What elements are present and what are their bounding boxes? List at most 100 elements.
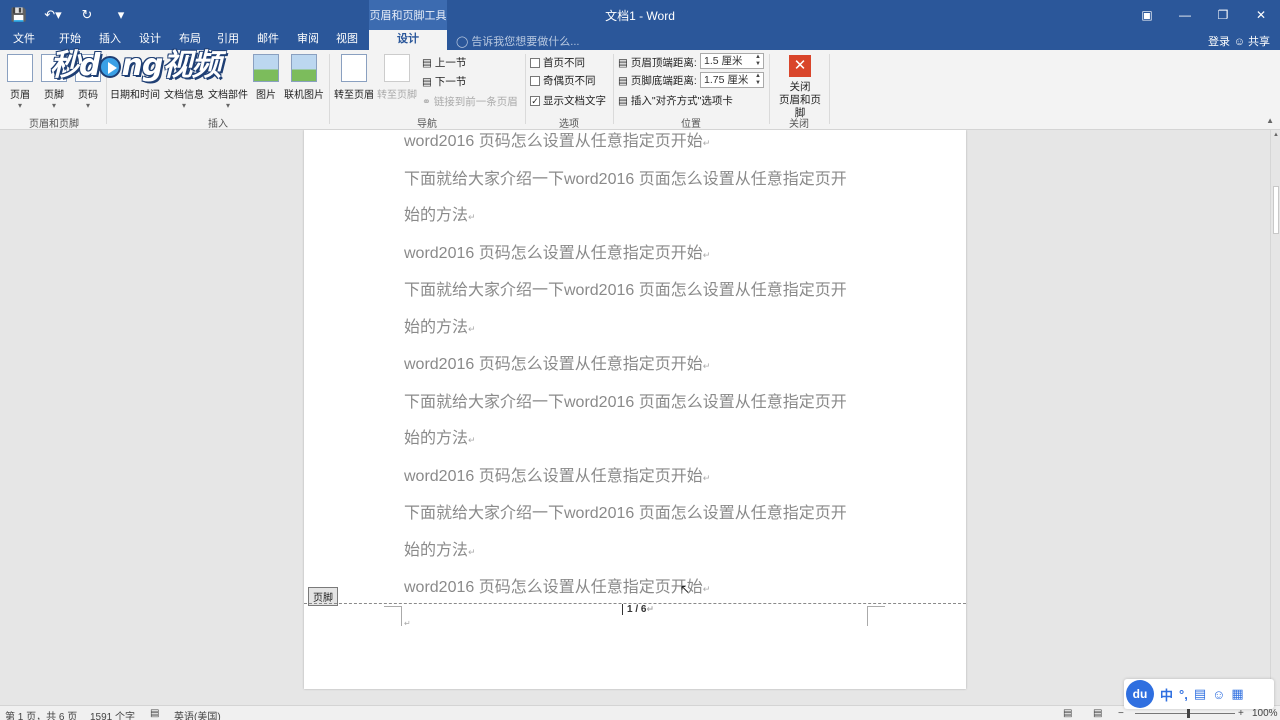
group-label-nav: 导航 bbox=[417, 119, 437, 130]
date-time-label: 日期和时间 bbox=[110, 90, 160, 101]
picture-button[interactable]: 图片 bbox=[252, 54, 280, 101]
document-paragraph[interactable]: 下面就给大家介绍一下word2016 页面怎么设置从任意指定页开 bbox=[404, 273, 884, 310]
prev-section-button[interactable]: ▤ 上一节 bbox=[422, 55, 466, 70]
insert-align-tab-label: 插入"对齐方式"选项卡 bbox=[630, 95, 733, 107]
doc-parts-button[interactable]: 文档部件 ▾ bbox=[206, 86, 250, 110]
link-previous-button[interactable]: ⚭ 链接到前一条页眉 bbox=[422, 94, 518, 109]
checkmark-icon: ✓ bbox=[530, 95, 540, 106]
document-paragraph[interactable]: word2016 页码怎么设置从任意指定页开始↵ bbox=[404, 236, 884, 274]
zoom-level[interactable]: 100% bbox=[1252, 708, 1278, 719]
redo-icon[interactable]: ↻ bbox=[76, 5, 98, 25]
goto-footer-icon bbox=[384, 54, 410, 82]
diff-first-page-checkbox[interactable]: 首页不同 bbox=[530, 55, 585, 70]
share-button[interactable]: ☺ 共享 bbox=[1234, 33, 1270, 49]
document-area: word2016 页码怎么设置从任意指定页开始↵ 下面就给大家介绍一下word20… bbox=[0, 130, 1270, 705]
ime-mode[interactable]: 中 bbox=[1160, 685, 1173, 704]
next-section-button[interactable]: ▤ 下一节 bbox=[422, 74, 466, 89]
close-window-icon[interactable]: ✕ bbox=[1242, 0, 1280, 30]
spin-arrows-icon[interactable]: ▲ ▼ bbox=[755, 54, 761, 68]
window-title: 文档1 - Word bbox=[605, 9, 675, 23]
document-paragraph[interactable]: word2016 页码怎么设置从任意指定页开始↵ bbox=[404, 459, 884, 497]
next-section-label: 下一节 bbox=[434, 76, 467, 88]
document-paragraph[interactable]: word2016 页码怎么设置从任意指定页开始↵ bbox=[404, 130, 884, 162]
link-icon: ⚭ bbox=[422, 95, 431, 108]
document-paragraph[interactable]: 下面就给大家介绍一下word2016 页面怎么设置从任意指定页开 bbox=[404, 385, 884, 422]
show-doc-text-checkbox[interactable]: ✓ 显示文档文字 bbox=[530, 93, 606, 108]
quick-access-toolbar: 💾 ↶▾ ↻ ▾ bbox=[8, 5, 132, 25]
doc-info-button[interactable]: 文档信息 ▾ bbox=[162, 86, 206, 110]
scroll-up-icon[interactable]: ▲ bbox=[1273, 132, 1279, 138]
group-divider bbox=[329, 54, 330, 124]
footer-from-bottom-input[interactable]: 1.75 厘米 ▲ ▼ bbox=[700, 72, 764, 88]
customize-qat-icon[interactable]: ▾ bbox=[110, 5, 132, 25]
goto-header-button[interactable]: 转至页眉 bbox=[333, 54, 375, 101]
paragraph-mark-icon: ↵ bbox=[468, 435, 476, 445]
status-word-count[interactable]: 1591 个字 bbox=[90, 708, 135, 720]
proofing-icon[interactable]: ▤ bbox=[150, 708, 159, 719]
ime-grid-icon[interactable]: ▦ bbox=[1231, 686, 1243, 702]
ime-punctuation[interactable]: °, bbox=[1179, 687, 1188, 702]
document-paragraph[interactable]: 下面就给大家介绍一下word2016 页面怎么设置从任意指定页开 bbox=[404, 496, 884, 533]
print-layout-icon[interactable]: ▤ bbox=[1093, 708, 1102, 719]
paragraph-text: word2016 页码怎么设置从任意指定页开始 bbox=[404, 467, 703, 485]
login-link[interactable]: 登录 bbox=[1208, 33, 1230, 49]
undo-icon[interactable]: ↶▾ bbox=[42, 5, 64, 25]
doc-info-label: 文档信息 bbox=[164, 90, 204, 101]
insert-align-tab-button[interactable]: ▤ 插入"对齐方式"选项卡 bbox=[618, 93, 733, 108]
document-paragraph[interactable]: word2016 页码怎么设置从任意指定页开始↵ bbox=[404, 570, 884, 608]
document-body[interactable]: word2016 页码怎么设置从任意指定页开始↵ 下面就给大家介绍一下word20… bbox=[404, 130, 884, 608]
document-page[interactable]: word2016 页码怎么设置从任意指定页开始↵ 下面就给大家介绍一下word20… bbox=[304, 130, 966, 689]
ime-toolbox-icon[interactable]: ▤ bbox=[1194, 686, 1206, 702]
minimize-icon[interactable]: — bbox=[1166, 0, 1204, 30]
restore-icon[interactable]: ❐ bbox=[1204, 0, 1242, 30]
scroll-thumb[interactable] bbox=[1273, 186, 1279, 234]
tab-mailings[interactable]: 邮件 bbox=[248, 30, 288, 50]
document-paragraph[interactable]: 始的方法↵ bbox=[404, 198, 884, 236]
read-mode-icon[interactable]: ▤ bbox=[1063, 708, 1072, 719]
status-bar: 第 1 页，共 6 页 1591 个字 ▤ 英语(美国) ▤ ▤ − + 100… bbox=[0, 705, 1280, 720]
vertical-scrollbar[interactable]: ▲ bbox=[1270, 130, 1280, 705]
ime-user-icon[interactable]: ☺ bbox=[1212, 687, 1225, 702]
watermark-logo: 秒d ng视频 bbox=[50, 48, 221, 83]
zoom-slider[interactable] bbox=[1135, 713, 1235, 714]
close-header-footer-button[interactable]: ✕ 关闭 页眉和页脚 bbox=[775, 55, 825, 120]
collapse-ribbon-icon[interactable]: ▲ bbox=[1266, 116, 1274, 125]
paragraph-text: 下面就给大家介绍一下word2016 页面怎么设置从任意指定页开 bbox=[404, 393, 847, 411]
footer-page-number[interactable]: 1 / 6↵ bbox=[622, 604, 654, 615]
doc-parts-label: 文档部件 bbox=[208, 90, 248, 101]
date-time-button[interactable]: 日期和时间 bbox=[110, 86, 160, 101]
baidu-ime-logo[interactable]: du bbox=[1126, 680, 1154, 708]
status-language[interactable]: 英语(美国) bbox=[174, 708, 221, 720]
document-paragraph[interactable]: 始的方法↵ bbox=[404, 421, 884, 459]
group-divider bbox=[829, 54, 830, 124]
tab-header-footer-design[interactable]: 设计 bbox=[369, 30, 447, 50]
tab-file[interactable]: 文件 bbox=[4, 30, 44, 50]
zoom-out-icon[interactable]: − bbox=[1118, 708, 1124, 719]
paragraph-text: 始的方法 bbox=[404, 318, 469, 336]
paragraph-mark-icon: ↵ bbox=[404, 619, 411, 628]
goto-footer-button[interactable]: 转至页脚 bbox=[376, 54, 418, 101]
header-from-top-input[interactable]: 1.5 厘米 ▲ ▼ bbox=[700, 53, 764, 69]
paragraph-text: 下面就给大家介绍一下word2016 页面怎么设置从任意指定页开 bbox=[404, 170, 847, 188]
paragraph-text: word2016 页码怎么设置从任意指定页开始 bbox=[404, 356, 703, 373]
header-button[interactable]: 页眉 ▾ bbox=[6, 54, 34, 110]
document-paragraph[interactable]: 始的方法↵ bbox=[404, 310, 884, 348]
ribbon-display-options-icon[interactable]: ▣ bbox=[1128, 0, 1166, 30]
zoom-slider-thumb[interactable] bbox=[1187, 708, 1190, 718]
zoom-in-icon[interactable]: + bbox=[1238, 708, 1244, 719]
tell-me-box[interactable]: ◯ 告诉我您想要做什么... bbox=[456, 33, 579, 49]
document-paragraph[interactable]: word2016 页码怎么设置从任意指定页开始↵ bbox=[404, 347, 884, 385]
save-icon[interactable]: 💾 bbox=[8, 5, 30, 25]
header-icon bbox=[7, 54, 33, 82]
status-page[interactable]: 第 1 页，共 6 页 bbox=[5, 708, 77, 720]
document-paragraph[interactable]: 下面就给大家介绍一下word2016 页面怎么设置从任意指定页开 bbox=[404, 162, 884, 199]
document-paragraph[interactable]: 始的方法↵ bbox=[404, 533, 884, 571]
diff-odd-even-checkbox[interactable]: 奇偶页不同 bbox=[530, 73, 596, 88]
spin-arrows-icon[interactable]: ▲ ▼ bbox=[755, 73, 761, 87]
tab-view[interactable]: 视图 bbox=[327, 30, 367, 50]
online-picture-button[interactable]: 联机图片 bbox=[282, 54, 326, 101]
chevron-down-icon: ▾ bbox=[181, 101, 186, 110]
checkbox-box bbox=[530, 57, 540, 68]
chevron-down-icon: ▾ bbox=[85, 101, 90, 110]
tab-review[interactable]: 审阅 bbox=[288, 30, 328, 50]
